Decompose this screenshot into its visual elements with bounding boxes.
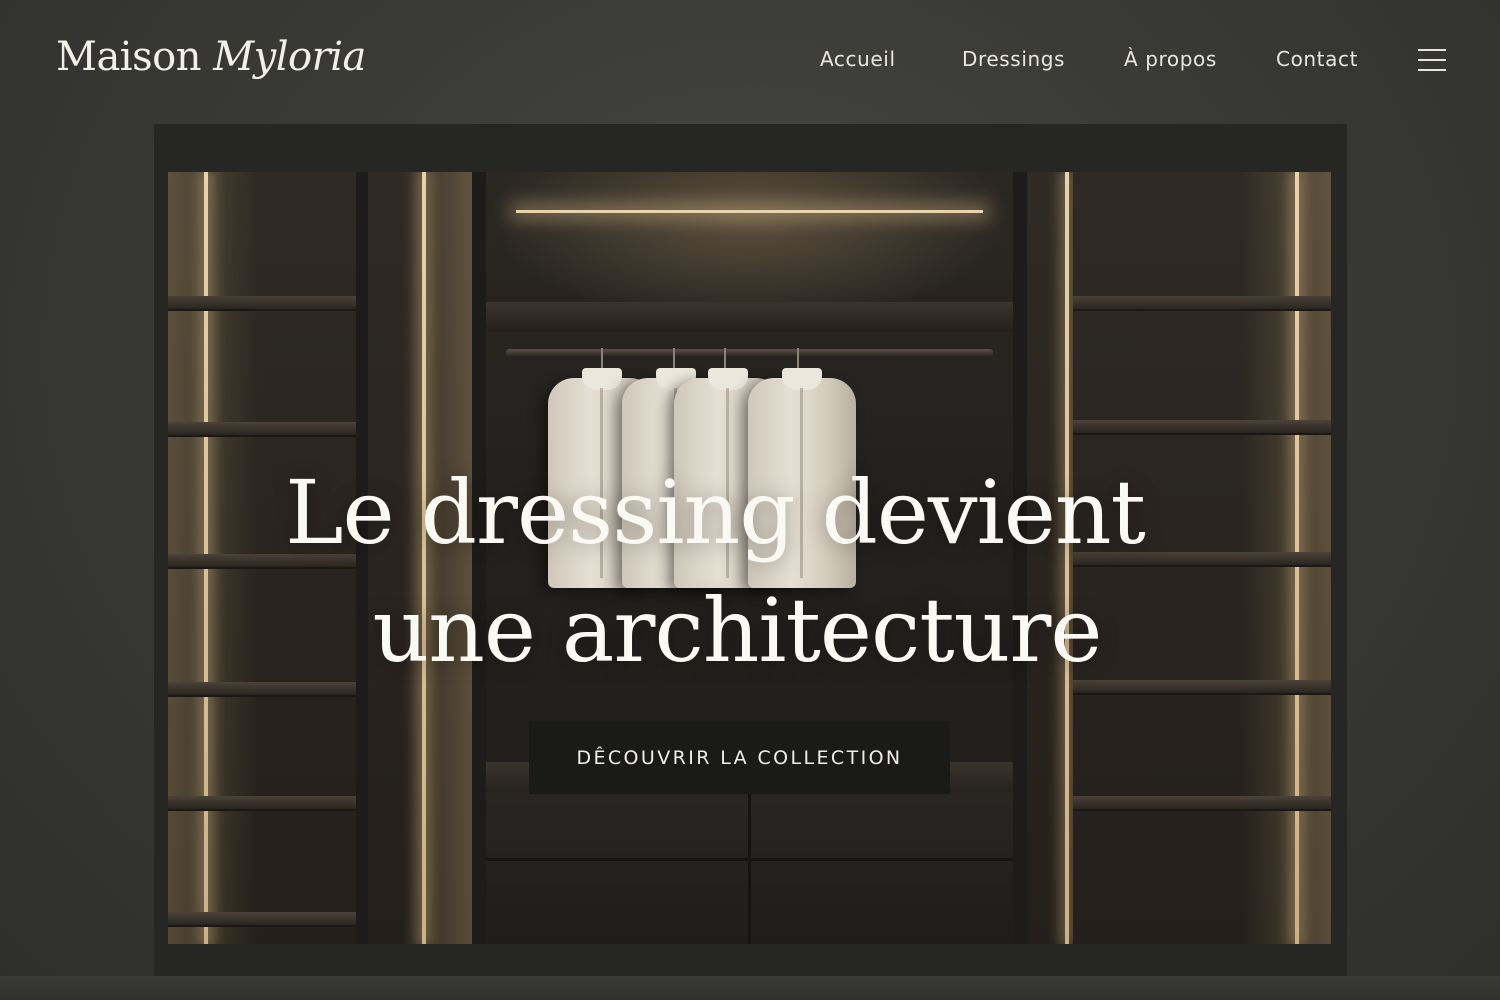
hero-title-line-1: Le dressing devient: [285, 461, 1146, 564]
nav-link-dressings[interactable]: Dressings: [962, 47, 1065, 71]
shelf: [1073, 420, 1331, 435]
nav-link-contact[interactable]: Contact: [1276, 47, 1358, 71]
discover-collection-button[interactable]: DÊCOUVRIR LA COLLECTION: [529, 721, 950, 794]
floor: [0, 976, 1500, 1000]
shelf: [168, 912, 356, 927]
nav-link-accueil[interactable]: Accueil: [820, 47, 896, 71]
brand-logo[interactable]: Maison Myloria: [56, 34, 366, 80]
brand-name-regular: Maison: [56, 34, 201, 80]
hero-title-line-2: une architecture: [372, 579, 1103, 682]
hamburger-menu-icon[interactable]: [1418, 49, 1446, 73]
brand-name-italic: Myloria: [213, 34, 366, 80]
shelf: [1073, 296, 1331, 311]
led-strip: [516, 210, 983, 213]
shelf: [486, 302, 1013, 332]
hanging-rod: [506, 349, 993, 356]
shelf: [168, 796, 356, 811]
shelf: [168, 422, 356, 437]
shelf: [168, 296, 356, 311]
shelf: [1073, 796, 1331, 811]
nav-link-a-propos[interactable]: À propos: [1124, 47, 1217, 71]
